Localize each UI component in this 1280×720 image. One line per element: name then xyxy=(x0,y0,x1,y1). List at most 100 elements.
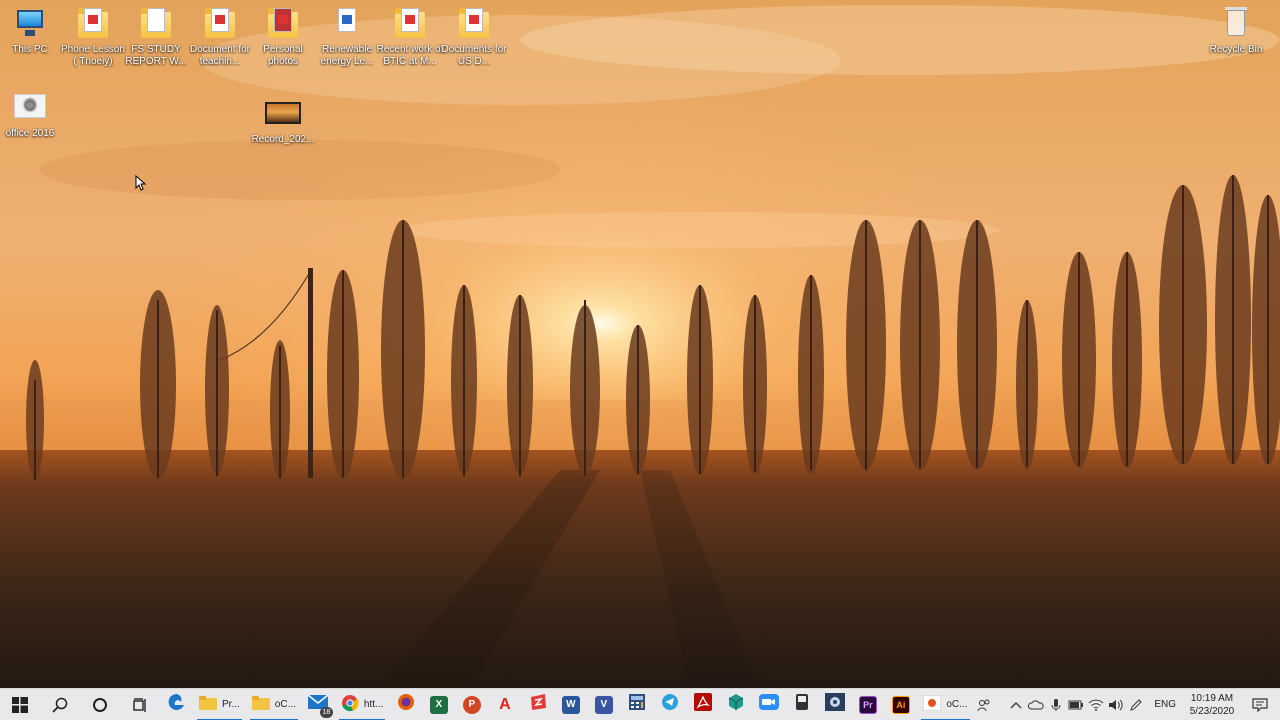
desktop-icon-label: Phone Lesson ( Tnoeiy) xyxy=(61,44,125,67)
action-center-icon[interactable] xyxy=(1240,689,1280,720)
pdf-document-icon xyxy=(456,6,492,42)
edge-icon xyxy=(168,693,186,716)
desktop-icon-renewable-energy[interactable]: Renewable energy Le... xyxy=(311,6,383,68)
taskbar-app-label: oC... xyxy=(274,699,296,710)
taskbar-app-label: htt... xyxy=(363,699,384,710)
excel-icon: X xyxy=(429,695,448,714)
powerpoint-icon: P xyxy=(462,695,481,714)
this-pc-icon xyxy=(12,6,48,42)
taskbar-app-label: Pr... xyxy=(222,699,240,710)
desktop-icon-recent-work[interactable]: Recent work of BTIC at M... xyxy=(374,6,446,68)
taskbar-zoom[interactable] xyxy=(752,689,785,720)
battery-icon[interactable] xyxy=(1066,689,1086,720)
taskbar-excel[interactable]: X xyxy=(422,689,455,720)
taskbar-photos[interactable]: oC... xyxy=(917,689,973,720)
telegram-icon xyxy=(661,693,679,716)
clock[interactable]: 10:19 AM 5/23/2020 xyxy=(1184,692,1240,718)
pen-icon[interactable] xyxy=(1126,689,1146,720)
taskbar-wps[interactable] xyxy=(521,689,554,720)
taskbar-telegram[interactable] xyxy=(653,689,686,720)
taskbar-app-label: oC... xyxy=(946,699,968,710)
word-icon: W xyxy=(561,695,580,714)
taskbar-mail[interactable]: 18 xyxy=(302,689,335,720)
task-view-icon[interactable] xyxy=(120,689,160,720)
pdf-document-icon xyxy=(392,6,428,42)
taskbar-usb-tool[interactable] xyxy=(785,689,818,720)
desktop-icon-label: Renewable energy Le... xyxy=(320,44,374,67)
taskbar-edge[interactable] xyxy=(160,689,193,720)
acrobat-icon: A xyxy=(499,695,511,713)
acrobat-reader-icon xyxy=(693,693,712,716)
taskbar-acrobat[interactable]: A xyxy=(488,689,521,720)
taskbar-acrobat-reader[interactable] xyxy=(686,689,719,720)
desktop-icon-label: Recent work of BTIC at M... xyxy=(376,44,444,67)
taskbar-file-explorer-oc[interactable]: oC... xyxy=(246,689,302,720)
taskbar: Pr... oC... 18 htt... X P A W V Pr Ai oC… xyxy=(0,688,1280,720)
taskbar-firefox[interactable] xyxy=(389,689,422,720)
input-language-indicator[interactable]: ENG xyxy=(1146,699,1184,710)
video-file-icon xyxy=(265,96,301,132)
desktop-icon-label: Documents for US D... xyxy=(441,44,507,67)
taskbar-calculator[interactable] xyxy=(620,689,653,720)
taskbar-premiere[interactable]: Pr xyxy=(851,689,884,720)
desktop-icon-office-2016[interactable]: ⚙ office 2016 xyxy=(0,90,66,140)
desktop-icon-document-for-teaching[interactable]: Document for teachin... xyxy=(184,6,256,68)
cortana-icon[interactable] xyxy=(80,689,120,720)
windows-start-icon[interactable] xyxy=(0,689,40,720)
photos-icon xyxy=(922,694,942,714)
desktop-icon-label: Personal photos xyxy=(263,44,303,67)
desktop-icon-label: Recycle Bin xyxy=(1209,44,1263,55)
premiere-icon: Pr xyxy=(858,695,877,714)
desktop-icon-phone-lesson[interactable]: Phone Lesson ( Tnoeiy) xyxy=(57,6,129,68)
desktop-icon-personal-photos[interactable]: Personal photos xyxy=(247,6,319,68)
taskbar-illustrator[interactable]: Ai xyxy=(884,689,917,720)
clock-date: 5/23/2020 xyxy=(1189,705,1235,717)
usb-tool-icon xyxy=(795,693,809,716)
desktop-icon-label: FS STUDY REPORT W... xyxy=(125,44,187,67)
zoom-icon xyxy=(758,694,779,715)
calculator-icon xyxy=(628,693,646,716)
taskbar-package[interactable] xyxy=(719,689,752,720)
photo-folder-icon xyxy=(265,6,301,42)
chrome-icon xyxy=(341,694,359,715)
desktop-icon-documents-for-us[interactable]: Documents for US D... xyxy=(438,6,510,68)
mail-unread-badge: 18 xyxy=(319,706,333,718)
illustrator-icon: Ai xyxy=(891,695,910,714)
volume-icon[interactable] xyxy=(1106,689,1126,720)
desktop-icon-record-video[interactable]: Record_202... xyxy=(247,96,319,146)
chevron-up-icon[interactable] xyxy=(1006,689,1026,720)
folder-icon xyxy=(199,696,217,713)
desktop-icon-fs-study-report[interactable]: FS STUDY REPORT W... xyxy=(120,6,192,68)
taskbar-powerpoint[interactable]: P xyxy=(455,689,488,720)
pdf-document-icon xyxy=(202,6,238,42)
recycle-bin-icon xyxy=(1218,6,1254,42)
onedrive-icon[interactable] xyxy=(1026,689,1046,720)
package-icon xyxy=(727,693,745,716)
desktop-icon-label: Record_202... xyxy=(251,134,315,145)
wifi-icon[interactable] xyxy=(1086,689,1106,720)
desktop-icon-label: Document for teachin... xyxy=(189,44,251,67)
desktop-icon-label: office 2016 xyxy=(5,128,55,139)
firefox-icon xyxy=(397,693,415,716)
pdf-document-icon xyxy=(75,6,111,42)
clock-time: 10:19 AM xyxy=(1190,692,1234,704)
desktop-icon-recycle-bin[interactable]: Recycle Bin xyxy=(1200,6,1272,56)
taskbar-chrome[interactable]: htt... xyxy=(335,689,389,720)
wallpaper-image xyxy=(0,0,1280,688)
mouse-cursor-icon xyxy=(135,174,147,196)
search-icon[interactable] xyxy=(40,689,80,720)
taskbar-visio[interactable]: V xyxy=(587,689,620,720)
folder-icon xyxy=(138,6,174,42)
system-tray: ENG 10:19 AM 5/23/2020 xyxy=(974,689,1280,720)
taskbar-file-explorer-pr[interactable]: Pr... xyxy=(193,689,246,720)
word-document-icon xyxy=(329,6,365,42)
folder-icon xyxy=(251,696,270,713)
media-tool-icon xyxy=(824,693,845,716)
visio-icon: V xyxy=(594,695,613,714)
wps-icon xyxy=(529,693,547,716)
taskbar-media-tool[interactable] xyxy=(818,689,851,720)
taskbar-word[interactable]: W xyxy=(554,689,587,720)
people-icon[interactable] xyxy=(974,689,994,720)
microphone-icon[interactable] xyxy=(1046,689,1066,720)
desktop-wallpaper xyxy=(0,0,1280,688)
